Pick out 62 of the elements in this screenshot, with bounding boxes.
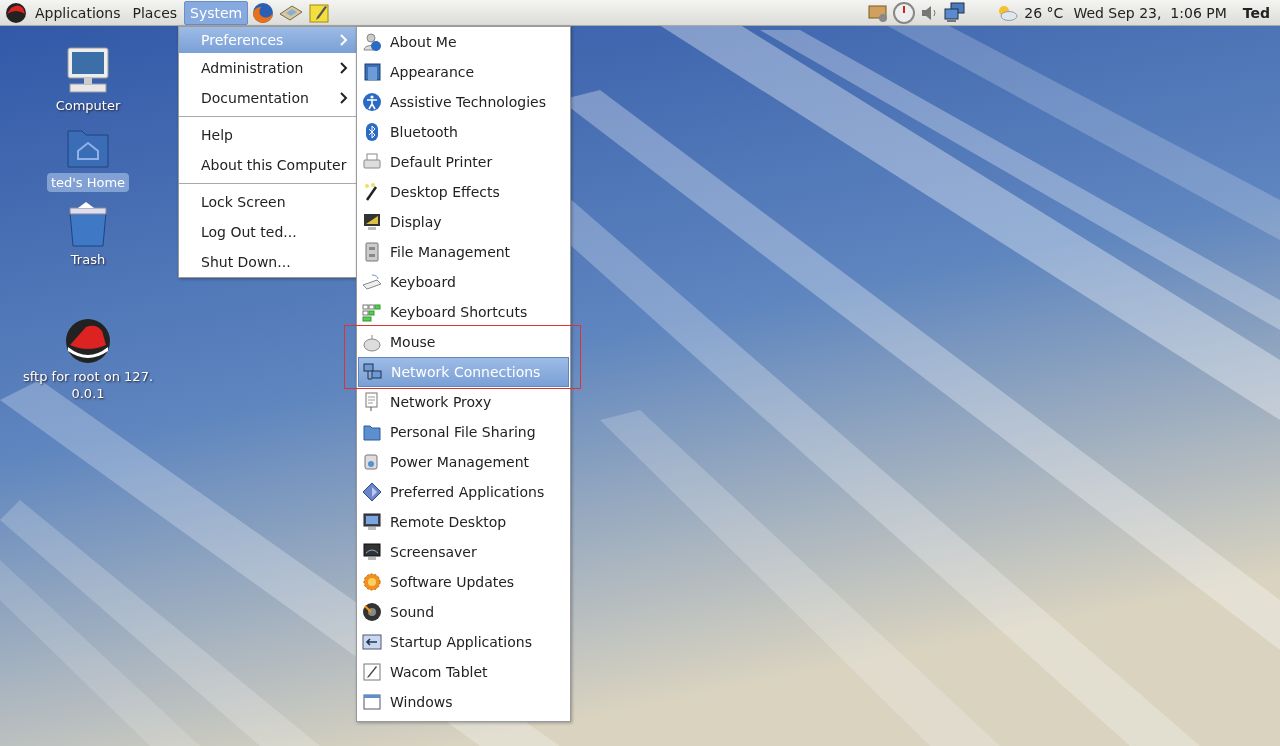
- panel-menu[interactable]: Places: [127, 1, 183, 24]
- menu-item[interactable]: Documentation: [179, 83, 356, 113]
- printer-icon: [362, 152, 382, 172]
- menu-item[interactable]: Default Printer: [357, 147, 570, 177]
- gauge-icon[interactable]: [892, 1, 917, 24]
- menu-item[interactable]: Software Updates: [357, 567, 570, 597]
- menu-item[interactable]: Wacom Tablet: [357, 657, 570, 687]
- menu-item[interactable]: File Management: [357, 237, 570, 267]
- menu-item[interactable]: Assistive Technologies: [357, 87, 570, 117]
- menu-item[interactable]: Log Out ted...: [179, 217, 356, 247]
- menu-item[interactable]: About this Computer: [179, 150, 356, 180]
- person-icon: [362, 32, 382, 52]
- chevron-right-icon: [340, 62, 348, 74]
- network-icon: [363, 362, 383, 382]
- desktop-icon-label[interactable]: Computer: [51, 96, 125, 115]
- desktop-icon-label[interactable]: sftp for root on 127. 0.0.1: [18, 367, 158, 403]
- window-icon: [362, 692, 382, 712]
- monitor-icon: [362, 512, 382, 532]
- menu-item[interactable]: Personal File Sharing: [357, 417, 570, 447]
- cabinet-icon: [362, 242, 382, 262]
- menu-item[interactable]: Screensaver: [357, 537, 570, 567]
- menu-item[interactable]: Startup Applications: [357, 627, 570, 657]
- chevron-right-icon: [340, 92, 348, 104]
- sun-gear-icon: [362, 572, 382, 592]
- menu-item[interactable]: Appearance: [357, 57, 570, 87]
- monitor-icon: [362, 542, 382, 562]
- keyboard-icon: [362, 272, 382, 292]
- mouse-icon: [362, 332, 382, 352]
- computer-icon[interactable]: [64, 46, 112, 94]
- menu-item[interactable]: Keyboard: [357, 267, 570, 297]
- accessibility-icon: [362, 92, 382, 112]
- menu-item[interactable]: Power Management: [357, 447, 570, 477]
- chevron-right-icon: [340, 34, 348, 46]
- menu-item[interactable]: Windows: [357, 687, 570, 717]
- key-grid-icon: [362, 302, 382, 322]
- pen-icon: [362, 662, 382, 682]
- menu-item[interactable]: Shut Down...: [179, 247, 356, 277]
- menu-item[interactable]: Display: [357, 207, 570, 237]
- hat-icon[interactable]: [4, 1, 28, 24]
- menu-item[interactable]: Lock Screen: [179, 187, 356, 217]
- folder-icon: [362, 422, 382, 442]
- diamond-icon: [362, 482, 382, 502]
- menu-item[interactable]: Administration: [179, 53, 356, 83]
- desktop-icon-label[interactable]: Trash: [66, 250, 110, 269]
- menu-item[interactable]: Keyboard Shortcuts: [357, 297, 570, 327]
- menu-item[interactable]: About Me: [357, 27, 570, 57]
- monitor-icon: [362, 212, 382, 232]
- menu-item[interactable]: Bluetooth: [357, 117, 570, 147]
- menu-item[interactable]: Sound: [357, 597, 570, 627]
- temperature-text: 26 °C: [1023, 4, 1065, 21]
- panel-menu[interactable]: Applications: [30, 1, 126, 24]
- clock-text[interactable]: Wed Sep 23, 1:06 PM: [1069, 4, 1231, 21]
- menu-item[interactable]: Mouse: [357, 327, 570, 357]
- menu-item[interactable]: Remote Desktop: [357, 507, 570, 537]
- menu-item[interactable]: Help: [179, 120, 356, 150]
- menu-item[interactable]: Desktop Effects: [357, 177, 570, 207]
- speaker-icon: [362, 602, 382, 622]
- menu-item[interactable]: Network Proxy: [357, 387, 570, 417]
- menu-item[interactable]: Preferred Applications: [357, 477, 570, 507]
- hat-icon[interactable]: [64, 317, 112, 365]
- window-icon: [362, 62, 382, 82]
- user-name[interactable]: Ted: [1232, 4, 1276, 21]
